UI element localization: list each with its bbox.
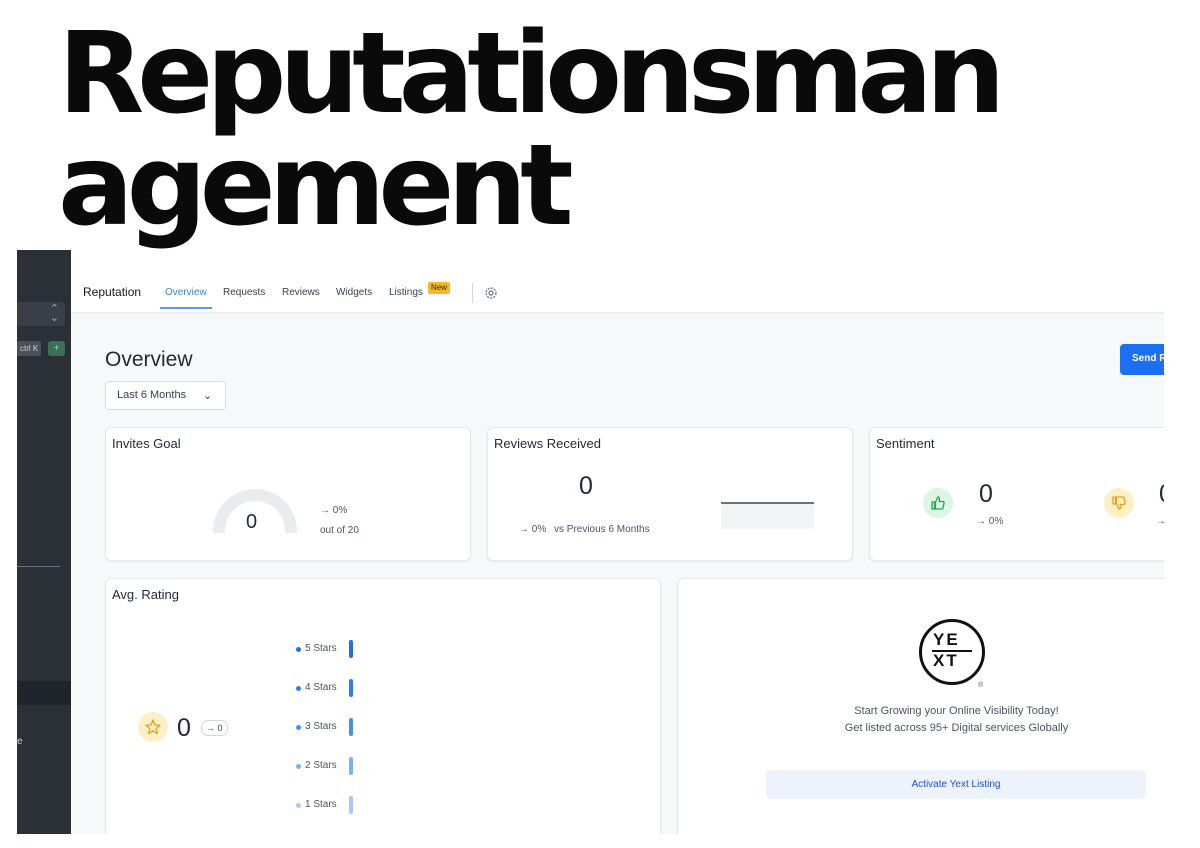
send-request-label: Send R	[1132, 353, 1164, 364]
star-dot	[296, 764, 301, 769]
invites-goal-value: 0	[246, 511, 258, 533]
sidebar-item-label[interactable]: e	[17, 736, 23, 747]
invites-goal-title: Invites Goal	[112, 436, 181, 451]
sidebar-location-select[interactable]: ⌃ ⌄	[17, 302, 65, 326]
star-dot	[296, 647, 301, 652]
reviews-received-trend: → 0%	[519, 524, 547, 535]
tab-widgets[interactable]: Widgets	[336, 287, 372, 298]
select-chevron-icon: ⌃ ⌄	[49, 303, 59, 324]
nav-separator	[472, 283, 473, 303]
top-nav: Reputation Overview Requests Reviews Wid…	[71, 250, 1164, 314]
star-bar	[349, 640, 353, 658]
avg-rating-card: Avg. Rating 0 → 0 5 Stars 4 Stars 3 Star…	[105, 578, 661, 834]
star-label: 3 Stars	[305, 721, 337, 732]
new-badge: New	[428, 282, 451, 294]
star-bar	[349, 796, 353, 814]
date-range-label: Last 6 Months	[117, 389, 187, 401]
yext-logo: YE XT	[919, 619, 985, 685]
search-shortcut[interactable]: ctrl K	[17, 341, 42, 356]
star-bar	[349, 757, 353, 775]
star-dot	[296, 686, 301, 691]
nav-brand: Reputation	[83, 285, 142, 299]
avg-rating-trend: → 0	[201, 720, 228, 736]
yext-promo-line-2: Get listed across 95+ Digital services G…	[844, 722, 1069, 734]
star-label: 4 Stars	[305, 682, 337, 693]
avg-rating-title: Avg. Rating	[112, 587, 179, 602]
star-bar	[349, 718, 353, 736]
tab-overview[interactable]: Overview	[165, 287, 207, 298]
chevron-down-icon: ⌄	[203, 390, 213, 402]
reviews-received-comparison: vs Previous 6 Months	[554, 524, 650, 535]
page-title: Overview	[105, 348, 193, 371]
yext-promo-line-1: Start Growing your Online Visibility Tod…	[854, 705, 1059, 717]
reviews-sparkline	[721, 502, 814, 504]
thumbs-up-icon	[923, 488, 953, 518]
star-dot	[296, 725, 301, 730]
positive-sentiment-value: 0	[979, 480, 993, 508]
app-screenshot: ⌃ ⌄ ctrl K + e Reputation Overview Reques…	[17, 250, 1164, 834]
star-dot	[296, 803, 301, 808]
star-bar	[349, 679, 353, 697]
sidebar: ⌃ ⌄ ctrl K + e	[17, 250, 71, 834]
date-range-select[interactable]: Last 6 Months ⌄	[105, 381, 226, 410]
sidebar-item-active[interactable]	[17, 681, 71, 705]
activate-yext-button[interactable]: Activate Yext Listing	[766, 770, 1146, 799]
tab-listings[interactable]: Listings	[389, 287, 423, 298]
reviews-received-title: Reviews Received	[494, 436, 601, 451]
positive-sentiment-trend: → 0%	[976, 516, 1004, 527]
reviews-received-card: Reviews Received 0 → 0% vs Previous 6 Mo…	[487, 427, 853, 561]
sparkline-area	[721, 504, 814, 529]
tab-active-indicator	[160, 307, 212, 309]
star-label: 2 Stars	[305, 760, 337, 771]
settings-gear-icon[interactable]	[484, 286, 498, 300]
negative-sentiment-value: 0	[1159, 480, 1164, 509]
thumbs-down-icon	[1104, 488, 1134, 518]
star-label: 1 Stars	[305, 799, 337, 810]
invites-goal-trend: → 0%	[320, 505, 348, 516]
invites-goal-card: Invites Goal 0 → 0% out of 20	[105, 427, 471, 561]
send-request-button[interactable]: Send R	[1120, 344, 1164, 375]
yext-logo-top: YE	[933, 630, 960, 649]
avg-rating-value: 0	[177, 714, 191, 742]
yext-logo-bottom: XT	[933, 651, 959, 670]
quick-add-icon[interactable]: +	[48, 341, 65, 356]
sentiment-card: Sentiment 0 → 0% 0 →	[869, 427, 1164, 561]
invites-goal-target: out of 20	[320, 525, 359, 536]
star-label: 5 Stars	[305, 643, 337, 654]
tab-reviews[interactable]: Reviews	[282, 287, 320, 298]
yext-registered-mark: ®	[978, 682, 984, 689]
tab-requests[interactable]: Requests	[223, 287, 265, 298]
headline: Reputationsmanagement	[58, 9, 1006, 251]
sidebar-divider	[17, 566, 60, 567]
negative-sentiment-trend: →	[1156, 516, 1164, 527]
reviews-received-value: 0	[579, 472, 593, 500]
sentiment-title: Sentiment	[876, 436, 935, 451]
yext-promo-card: YE XT ® Start Growing your Online Visibi…	[677, 578, 1164, 834]
star-icon	[138, 712, 168, 742]
